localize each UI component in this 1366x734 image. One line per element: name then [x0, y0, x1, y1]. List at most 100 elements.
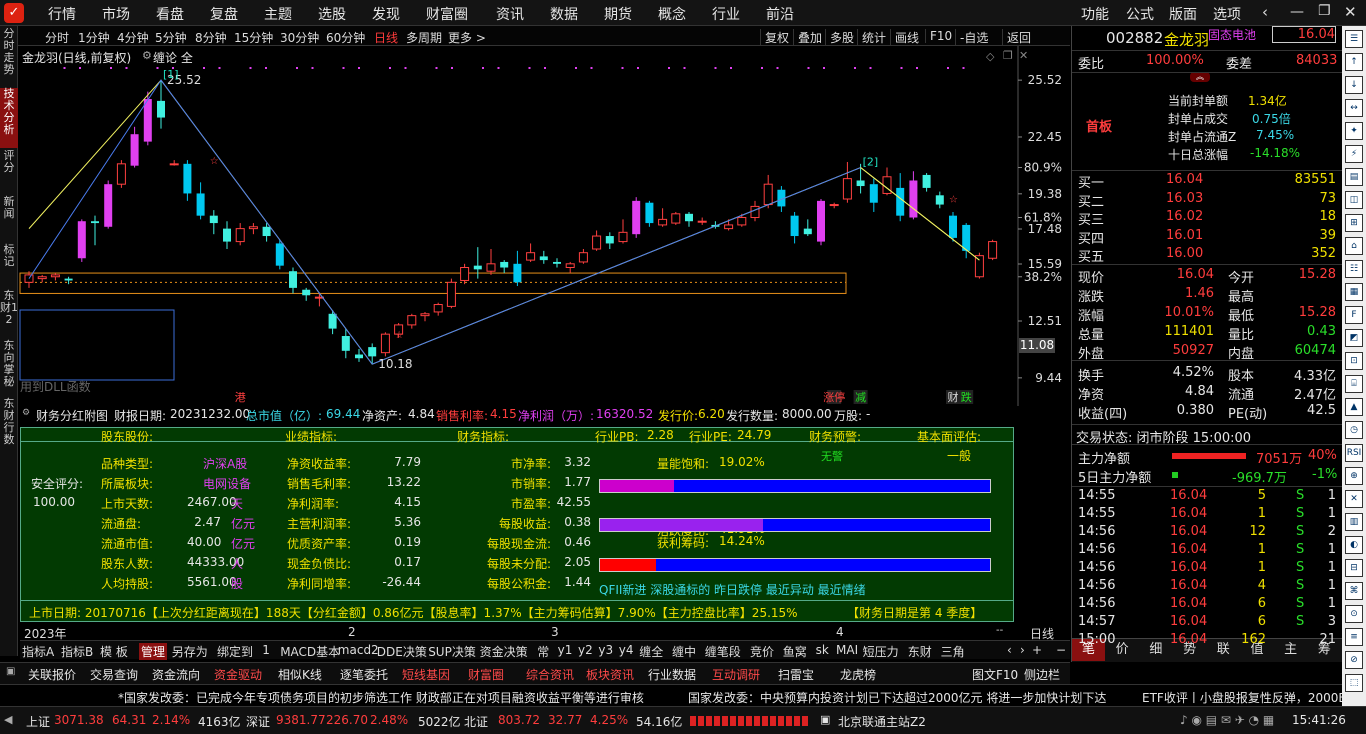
func-7[interactable]: 财富圈	[468, 666, 504, 683]
indicator-tab-22[interactable]: sk	[816, 643, 829, 657]
tab-prev-icon[interactable]: ‹	[1007, 643, 1012, 657]
menu-1[interactable]: 市场	[102, 4, 130, 24]
server-name[interactable]: 北京联通主站Z2	[838, 713, 926, 730]
menu-5[interactable]: 选股	[318, 4, 346, 24]
indicator-tab-5[interactable]: 绑定到	[217, 643, 253, 660]
func-11[interactable]: 互动调研	[712, 666, 760, 683]
indicator-tab-3[interactable]: 管理	[139, 643, 168, 660]
tool-1[interactable]: 叠加	[793, 29, 822, 46]
indicator-tab-16[interactable]: y4	[619, 643, 634, 657]
status-arrow-icon[interactable]: ◀	[4, 713, 12, 726]
tool-0[interactable]: 复权	[760, 29, 789, 46]
menu-right-2[interactable]: 版面	[1169, 4, 1197, 24]
toolstrip-icon-9[interactable]: ⌂	[1345, 237, 1363, 255]
func-6[interactable]: 短线基因	[402, 666, 450, 683]
func-14[interactable]: 图文F10	[972, 666, 1018, 683]
toolstrip-icon-24[interactable]: ⌘	[1345, 582, 1363, 600]
func-4[interactable]: 相似K线	[278, 666, 322, 683]
gear-icon[interactable]: ⚙	[22, 408, 30, 418]
toolstrip-icon-25[interactable]: ⊙	[1345, 605, 1363, 623]
funcbar-toggle-icon[interactable]: ▣	[6, 666, 15, 677]
func-3[interactable]: 资金驱动	[214, 666, 262, 683]
func-9[interactable]: 板块资讯	[586, 666, 634, 683]
indicator-tab-9[interactable]: DDE决策	[377, 643, 427, 660]
pane-close-icon[interactable]: ✕	[1019, 49, 1028, 62]
back-icon[interactable]: ‹	[1262, 3, 1268, 21]
indicator-tab-0[interactable]: 指标A	[22, 643, 54, 660]
bid-price[interactable]: 16.03	[1166, 191, 1203, 206]
toolstrip-icon-27[interactable]: ⊘	[1345, 651, 1363, 669]
maximize-icon[interactable]: ❐	[1318, 3, 1331, 19]
toolstrip-icon-18[interactable]: RSI	[1345, 444, 1363, 462]
indicator-tab-7[interactable]: MACD基本	[280, 643, 340, 660]
toolstrip-icon-12[interactable]: F	[1345, 306, 1363, 324]
quote-tab-2[interactable]: 细	[1139, 639, 1172, 661]
toolstrip-icon-20[interactable]: ✕	[1345, 490, 1363, 508]
indicator-tab-2[interactable]: 模 板	[100, 643, 128, 660]
toolstrip-icon-23[interactable]: ⊟	[1345, 559, 1363, 577]
toolstrip-icon-8[interactable]: ⊞	[1345, 214, 1363, 232]
indicator-tab-21[interactable]: 鱼窝	[783, 643, 807, 660]
period-8[interactable]: 日线	[374, 29, 398, 46]
tab-remove-icon[interactable]: −	[1056, 643, 1066, 657]
toolstrip-icon-10[interactable]: ☷	[1345, 260, 1363, 278]
tab-next-icon[interactable]: ›	[1020, 643, 1025, 657]
menu-right-3[interactable]: 选项	[1213, 4, 1241, 24]
indicator-tab-11[interactable]: 资金决策	[480, 643, 528, 660]
period-7[interactable]: 60分钟	[326, 29, 365, 46]
bid-price[interactable]: 16.04	[1166, 172, 1203, 187]
menu-4[interactable]: 主题	[264, 4, 292, 24]
menu-10[interactable]: 期货	[604, 4, 632, 24]
minimize-icon[interactable]: —	[1290, 4, 1304, 20]
indicator-tab-17[interactable]: 缠全	[639, 643, 663, 660]
indicator-tab-20[interactable]: 竞价	[750, 643, 774, 660]
indicator-tab-15[interactable]: y3	[598, 643, 613, 657]
toolstrip-icon-21[interactable]: ▥	[1345, 513, 1363, 531]
toolstrip-icon-6[interactable]: ▤	[1345, 168, 1363, 186]
left-tab-6[interactable]: 东向掌秘	[0, 340, 18, 394]
menu-12[interactable]: 行业	[712, 4, 740, 24]
period-0[interactable]: 分时	[45, 29, 69, 46]
indicator-tab-26[interactable]: 三角	[941, 643, 965, 660]
settings-icon[interactable]: ⚙	[142, 49, 152, 62]
left-tab-3[interactable]: 新闻	[0, 196, 18, 242]
period-3[interactable]: 5分钟	[155, 29, 187, 46]
left-tab-4[interactable]: 标记	[0, 244, 18, 288]
pane-setting-icon[interactable]: ◇	[986, 50, 994, 63]
app-logo-icon[interactable]: ✓	[4, 3, 24, 23]
tool-2[interactable]: 多股	[825, 29, 854, 46]
indicator-tab-4[interactable]: 另存为	[172, 643, 208, 660]
quote-tab-6[interactable]: 主	[1274, 639, 1307, 661]
indicator-tab-10[interactable]: SUP决策	[428, 643, 476, 660]
period-4[interactable]: 8分钟	[195, 29, 227, 46]
indicator-tab-18[interactable]: 缠中	[672, 643, 696, 660]
toolstrip-icon-4[interactable]: ✦	[1345, 122, 1363, 140]
indicator-tab-1[interactable]: 指标B	[61, 643, 93, 660]
news-item[interactable]: *国家发改委：已完成今年专项债务项目的初步筛选工作 财政部正在对项目融资收益平衡…	[118, 689, 644, 706]
indicator-tab-23[interactable]: MAI	[836, 643, 858, 657]
toolstrip-icon-19[interactable]: ⊕	[1345, 467, 1363, 485]
tab-add-icon[interactable]: +	[1032, 643, 1042, 657]
indicator-tab-14[interactable]: y2	[578, 643, 593, 657]
toolstrip-icon-13[interactable]: ◩	[1345, 329, 1363, 347]
zoom-out-icon[interactable]: --	[996, 625, 1003, 636]
network-icon[interactable]: ▣	[820, 713, 830, 726]
indicator-label[interactable]: 缠论 全	[153, 49, 193, 66]
bid-price[interactable]: 16.00	[1166, 246, 1203, 261]
tool-5[interactable]: F10	[925, 29, 952, 43]
toolstrip-icon-14[interactable]: ⊡	[1345, 352, 1363, 370]
index-bj-label[interactable]: 北证	[464, 713, 488, 730]
func-13[interactable]: 龙虎榜	[840, 666, 876, 683]
event-marker-label[interactable]: 港	[235, 391, 246, 404]
toolstrip-icon-22[interactable]: ◐	[1345, 536, 1363, 554]
period-6[interactable]: 30分钟	[280, 29, 319, 46]
toolstrip-icon-26[interactable]: ≡	[1345, 628, 1363, 646]
event-marker-label[interactable]: 涨停	[823, 390, 845, 404]
period-1[interactable]: 1分钟	[78, 29, 110, 46]
menu-7[interactable]: 财富圈	[426, 4, 468, 24]
menu-2[interactable]: 看盘	[156, 4, 184, 24]
indicator-tab-24[interactable]: 短压力	[863, 643, 899, 660]
menu-right-0[interactable]: 功能	[1081, 4, 1109, 24]
left-tab-1[interactable]: 技术分析	[0, 88, 18, 148]
menu-0[interactable]: 行情	[48, 4, 76, 24]
